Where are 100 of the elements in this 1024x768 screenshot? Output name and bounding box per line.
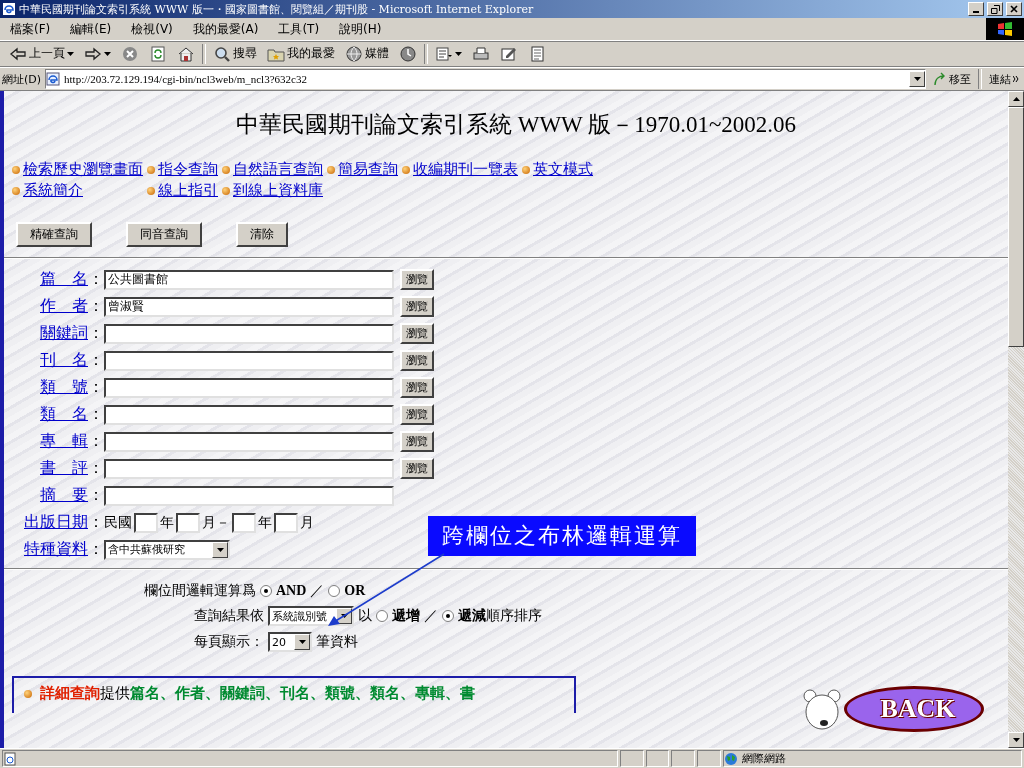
browse-button[interactable]: 瀏覽 (400, 323, 434, 344)
date-unit: 年 (160, 513, 174, 532)
media-button[interactable]: 媒體 (342, 44, 392, 63)
text-field[interactable]: 公共圖書館 (104, 269, 394, 290)
field-label-link[interactable]: 特種資料 (24, 539, 88, 560)
text-field[interactable] (104, 350, 394, 371)
form-button[interactable]: 精確查詢 (16, 222, 92, 247)
sort-select[interactable]: 系統識別號 (268, 606, 354, 626)
menu-item[interactable]: 編輯(E) (60, 20, 122, 38)
favorites-button[interactable]: 我的最愛 (264, 44, 338, 63)
date-field[interactable] (134, 512, 158, 533)
browse-button[interactable]: 瀏覽 (400, 458, 434, 479)
field-label-link[interactable]: 類 號 (40, 377, 88, 398)
nav-link[interactable]: 系統簡介 (12, 181, 147, 200)
bear-head-icon (802, 687, 842, 731)
text-field[interactable] (104, 431, 394, 452)
date-field[interactable] (274, 512, 298, 533)
document-icon (528, 44, 546, 63)
scroll-thumb[interactable] (1008, 107, 1024, 347)
nav-link[interactable]: 到線上資料庫 (222, 181, 327, 200)
menu-item[interactable]: 工具(T) (268, 20, 330, 38)
option-label: 遞減 (458, 607, 486, 625)
text-field[interactable] (104, 323, 394, 344)
close-icon (1010, 5, 1018, 13)
nav-link[interactable]: 簡易查詢 (327, 160, 402, 179)
option-label: AND (276, 583, 307, 599)
radio-button[interactable] (260, 585, 272, 597)
menu-item[interactable]: 說明(H) (329, 20, 392, 38)
caret-icon (913, 77, 921, 81)
radio-button[interactable] (328, 585, 341, 597)
bullet-icon (24, 689, 32, 698)
browse-button[interactable]: 瀏覽 (400, 377, 434, 398)
browse-button[interactable]: 瀏覽 (400, 296, 434, 317)
refresh-icon (149, 44, 167, 63)
per-page-select[interactable]: 20 (268, 632, 312, 652)
restore-button[interactable] (987, 2, 1003, 16)
scroll-down-button[interactable] (1008, 732, 1024, 748)
colon: ： (88, 458, 104, 479)
address-field[interactable]: http://203.72.129.194/cgi-bin/ncl3web/m_ncl3?632c32 (45, 69, 926, 89)
text-field[interactable] (104, 404, 394, 425)
field-label-link[interactable]: 專 輯 (40, 431, 88, 452)
field-label-link[interactable]: 摘 要 (40, 485, 88, 506)
search-button[interactable]: 搜尋 (210, 44, 260, 63)
stop-icon (121, 44, 139, 63)
date-field[interactable] (176, 512, 200, 533)
form-button[interactable]: 清除 (236, 222, 288, 247)
field-label-link[interactable]: 篇 名 (40, 269, 88, 290)
bullet-icon (147, 186, 155, 195)
form-button[interactable]: 同音查詢 (126, 222, 202, 247)
nav-link[interactable]: 指令查詢 (147, 160, 222, 179)
colon: ： (88, 512, 104, 533)
radio-button[interactable] (376, 610, 388, 622)
globe-icon (345, 44, 363, 63)
menu-item[interactable]: 檔案(F) (0, 20, 61, 38)
go-button[interactable]: 移至 (930, 71, 974, 87)
field-label-link[interactable]: 刊 名 (40, 350, 88, 371)
colon: ： (88, 404, 104, 425)
nav-link[interactable]: 自然語言查詢 (222, 160, 327, 179)
caret-icon (455, 51, 462, 56)
menu-item[interactable]: 檢視(V) (121, 20, 183, 38)
bullet-icon (522, 165, 530, 174)
nav-link[interactable]: 線上指引 (147, 181, 222, 200)
field-label-link[interactable]: 作 者 (40, 296, 88, 317)
browse-button[interactable]: 瀏覽 (400, 404, 434, 425)
sort-suffix: 順序排序 (486, 607, 542, 625)
page-heading: 中華民國期刊論文索引系統 WWW 版－1970.01~2002.06 (234, 111, 798, 139)
nav-link[interactable]: 檢索歷史瀏覽畫面 (12, 160, 147, 179)
text-field[interactable] (104, 377, 394, 398)
sort-by-text: 以 (358, 607, 372, 625)
text-field[interactable] (104, 458, 394, 479)
field-label-link[interactable]: 書 評 (40, 458, 88, 479)
browse-button[interactable]: 瀏覽 (400, 350, 434, 371)
close-button[interactable] (1006, 2, 1022, 16)
text-field[interactable] (104, 485, 394, 506)
printer-icon (472, 44, 490, 63)
nav-link[interactable]: 收編期刊一覽表 (402, 160, 522, 179)
radio-button[interactable] (442, 610, 454, 622)
back-button[interactable]: BACK (844, 686, 984, 732)
chevron-icon (1013, 75, 1019, 83)
field-label-link[interactable]: 出版日期 (24, 512, 88, 533)
go-arrow-icon (933, 72, 947, 86)
browse-button[interactable]: 瀏覽 (400, 431, 434, 452)
separator: ／ (424, 607, 438, 625)
field-label-link[interactable]: 類 名 (40, 404, 88, 425)
colon: ： (88, 269, 104, 290)
dropdown-button[interactable] (909, 71, 925, 87)
links-button[interactable]: 連結 (986, 71, 1022, 87)
scroll-up-button[interactable] (1008, 91, 1024, 107)
back-button[interactable]: 上一頁 (6, 44, 77, 63)
minimize-button[interactable] (968, 2, 984, 16)
date-field[interactable] (232, 512, 256, 533)
date-unit: 年 (258, 513, 272, 532)
special-select[interactable]: 含中共蘇俄研究 (104, 539, 230, 560)
browse-button[interactable]: 瀏覽 (400, 269, 434, 290)
windows-flag-icon (997, 22, 1013, 36)
nav-link[interactable]: 英文模式 (522, 160, 597, 179)
menu-item[interactable]: 我的最愛(A) (182, 20, 269, 38)
caret-icon (67, 51, 74, 56)
text-field[interactable]: 曾淑賢 (104, 296, 394, 317)
field-label-link[interactable]: 關鍵詞 (40, 323, 88, 344)
